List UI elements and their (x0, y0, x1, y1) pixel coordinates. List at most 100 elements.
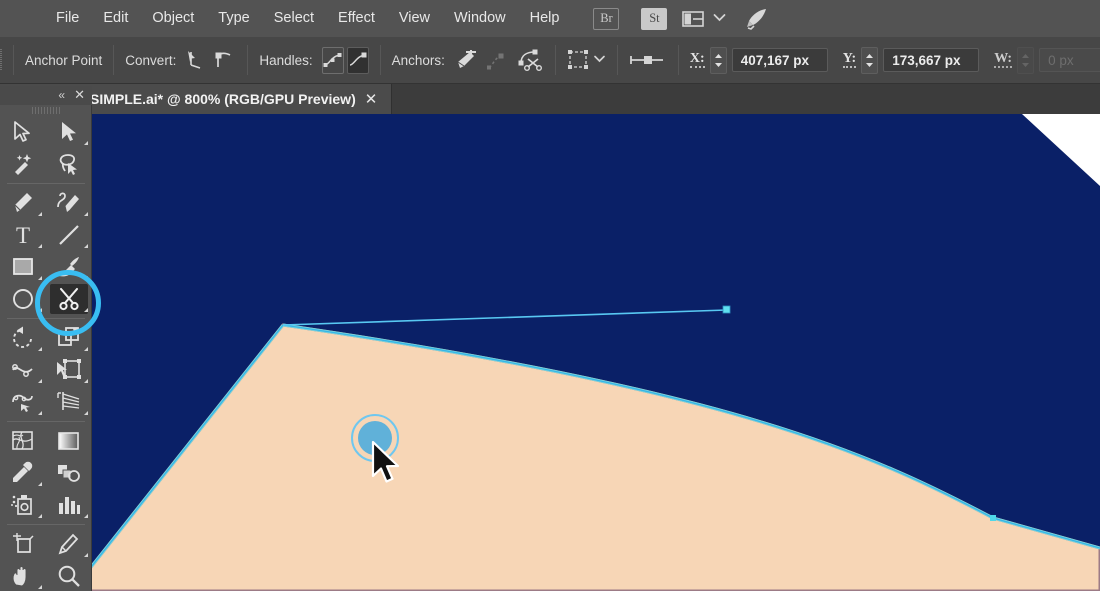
tool-flyout-indicator[interactable] (84, 553, 88, 557)
convert-to-smooth-icon[interactable] (214, 47, 236, 74)
chevron-down-icon[interactable] (713, 13, 726, 25)
tool-flyout-indicator[interactable] (84, 308, 88, 312)
rectangle-tool[interactable] (0, 251, 46, 283)
document-tab-title: SIMPLE.ai* @ 800% (RGB/GPU Preview) (90, 91, 356, 107)
tool-row (0, 187, 92, 219)
rocket-icon[interactable] (744, 7, 770, 31)
face-shape-path (92, 325, 1100, 591)
w-label: W: (994, 52, 1012, 68)
shape-builder-tool[interactable] (46, 322, 92, 354)
tool-flyout-indicator[interactable] (38, 514, 42, 518)
line-segment-tool[interactable] (46, 219, 92, 251)
column-graph-tool[interactable] (46, 489, 92, 521)
menu-item-help[interactable]: Help (518, 0, 572, 37)
pen-tool[interactable] (0, 187, 46, 219)
y-stepper[interactable] (861, 47, 878, 74)
divider (7, 318, 85, 319)
slice-tool[interactable] (46, 528, 92, 560)
lasso-tool[interactable] (46, 148, 92, 180)
divider (7, 421, 85, 422)
tool-flyout-indicator[interactable] (38, 276, 42, 280)
menu-item-select[interactable]: Select (262, 0, 326, 37)
mesh-tool[interactable] (0, 425, 46, 457)
gradient-tool[interactable] (46, 425, 92, 457)
cut-path-at-anchor-icon[interactable] (518, 47, 544, 74)
bridge-button[interactable]: Br (593, 8, 619, 30)
tool-flyout-indicator[interactable] (38, 244, 42, 248)
tools-grid: T (0, 116, 92, 591)
menu-item-view[interactable]: View (387, 0, 442, 37)
chevron-down-icon[interactable] (593, 54, 606, 66)
magic-wand-tool[interactable] (0, 148, 46, 180)
tool-flyout-indicator[interactable] (38, 585, 42, 589)
show-handles-icon[interactable] (322, 47, 344, 74)
tool-row (0, 386, 92, 418)
hide-handles-icon[interactable] (347, 47, 369, 74)
menu-item-window[interactable]: Window (442, 0, 518, 37)
x-input[interactable]: 407,167 px (732, 48, 828, 72)
tool-flyout-indicator[interactable] (38, 347, 42, 351)
tool-flyout-indicator[interactable] (84, 141, 88, 145)
perspective-grid-tool[interactable] (46, 386, 92, 418)
menu-item-edit[interactable]: Edit (91, 0, 140, 37)
artboard-canvas[interactable] (92, 114, 1100, 591)
menu-item-file[interactable]: File (44, 0, 91, 37)
hand-tool[interactable] (0, 560, 46, 591)
collapse-panel-icon[interactable]: « (58, 88, 64, 102)
selection-tool[interactable] (0, 116, 46, 148)
close-icon[interactable]: ✕ (74, 87, 85, 103)
menu-item-object[interactable]: Object (140, 0, 206, 37)
puppet-warp-tool[interactable] (0, 386, 46, 418)
convert-to-corner-icon[interactable] (185, 47, 207, 74)
close-icon[interactable]: ✕ (363, 91, 379, 107)
y-position-group: Y: 173,667 px (843, 47, 980, 74)
tool-flyout-indicator[interactable] (84, 212, 88, 216)
tool-flyout-indicator[interactable] (84, 347, 88, 351)
scissors-tool[interactable] (46, 283, 92, 315)
tool-flyout-indicator[interactable] (38, 411, 42, 415)
tool-flyout-indicator[interactable] (38, 482, 42, 486)
y-input[interactable]: 173,667 px (883, 48, 979, 72)
tool-flyout-indicator[interactable] (84, 514, 88, 518)
isolate-selected-object-icon[interactable] (629, 47, 667, 74)
tool-flyout-indicator[interactable] (84, 276, 88, 280)
tool-flyout-indicator[interactable] (38, 308, 42, 312)
arrange-documents-icon[interactable] (679, 8, 707, 30)
stock-button[interactable]: St (641, 8, 667, 30)
tool-row (0, 283, 92, 315)
curvature-tool[interactable] (46, 187, 92, 219)
tools-panel-header[interactable]: « ✕ (0, 86, 92, 105)
free-transform-tool[interactable] (46, 354, 92, 386)
app-logo (0, 0, 44, 37)
illustrator-window: File Edit Object Type Select Effect View… (0, 0, 1100, 591)
menu-item-type[interactable]: Type (206, 0, 261, 37)
ellipse-tool[interactable] (0, 283, 46, 315)
blend-tool[interactable] (46, 457, 92, 489)
mouse-cursor (370, 440, 406, 486)
tool-flyout-indicator[interactable] (38, 379, 42, 383)
paintbrush-tool[interactable] (46, 251, 92, 283)
tool-flyout-indicator[interactable] (84, 244, 88, 248)
symbol-sprayer-tool[interactable] (0, 489, 46, 521)
width-tool[interactable] (0, 354, 46, 386)
panel-drag-grip[interactable] (32, 107, 60, 114)
y-label: Y: (843, 52, 857, 68)
tool-flyout-indicator[interactable] (84, 379, 88, 383)
rotate-tool[interactable] (0, 322, 46, 354)
control-bar-grip[interactable] (0, 37, 2, 84)
show-bounding-box-icon[interactable] (567, 47, 591, 74)
tool-flyout-indicator[interactable] (84, 411, 88, 415)
add-anchor-point-icon[interactable] (454, 47, 478, 74)
type-tool[interactable]: T (0, 219, 46, 251)
menu-item-effect[interactable]: Effect (326, 0, 387, 37)
tool-flyout-indicator[interactable] (38, 212, 42, 216)
artboard-tool[interactable] (0, 528, 46, 560)
document-tab-bar: SIMPLE.ai* @ 800% (RGB/GPU Preview) ✕ (0, 84, 1100, 114)
eyedropper-tool[interactable] (0, 457, 46, 489)
direct-selection-tool[interactable] (46, 116, 92, 148)
divider (380, 45, 381, 75)
zoom-tool[interactable] (46, 560, 92, 591)
tool-row (0, 322, 92, 354)
tool-row (0, 425, 92, 457)
x-stepper[interactable] (710, 47, 727, 74)
